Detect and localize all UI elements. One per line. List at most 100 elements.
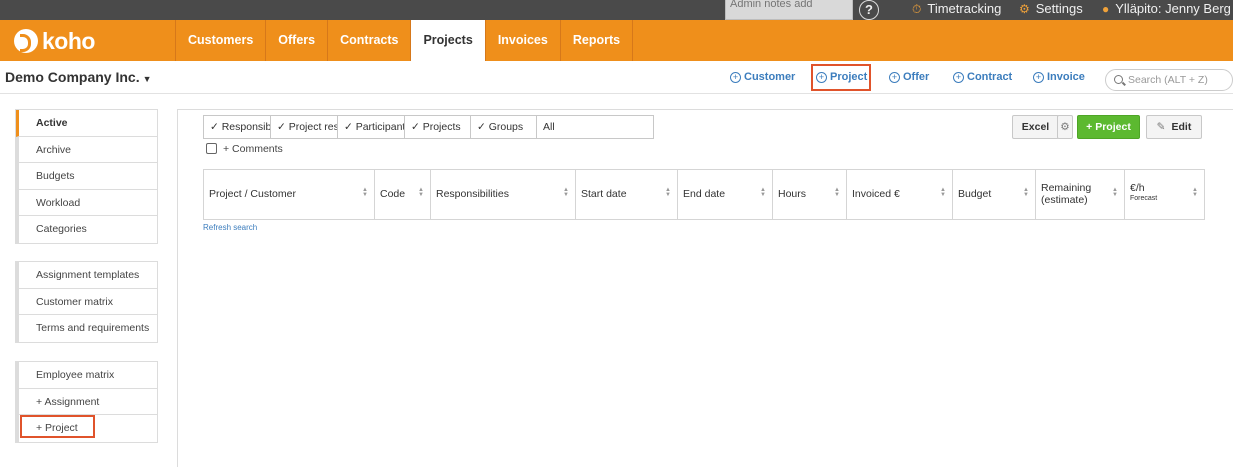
column-invoiced[interactable]: Invoiced € ▲ ▼: [847, 170, 953, 219]
quick-add-offer-label: Offer: [903, 71, 930, 83]
sidebar-item-employee-matrix[interactable]: Employee matrix: [16, 362, 157, 389]
nav-offers[interactable]: Offers: [265, 20, 327, 61]
column-label: Project / Customer: [209, 188, 296, 200]
sidebar-item-archive[interactable]: Archive: [16, 136, 157, 163]
company-selector[interactable]: Demo Company Inc. ▼: [5, 69, 152, 85]
search-input[interactable]: Search (ALT + Z): [1105, 69, 1233, 91]
stopwatch-icon: ⏱: [912, 2, 922, 16]
column-label: €/h Forecast: [1130, 182, 1157, 204]
koho-logo[interactable]: koho: [14, 28, 95, 54]
plus-circle-icon: +: [816, 72, 827, 83]
sidebar-item-assignment-templates[interactable]: Assignment templates: [16, 262, 157, 289]
sidebar-item-workload[interactable]: Workload: [16, 189, 157, 216]
column-rate[interactable]: €/h Forecast ▲ ▼: [1125, 170, 1204, 219]
pencil-icon: ✎: [1156, 121, 1166, 133]
filter-groups[interactable]: ✓ Groups: [470, 115, 536, 139]
comments-checkbox[interactable]: + Comments: [206, 143, 283, 155]
timetracking-label: Timetracking: [927, 1, 1002, 16]
question-circle-icon[interactable]: ?: [859, 0, 879, 20]
sub-header: Demo Company Inc. ▼ + Customer + Project + O…: [0, 61, 1233, 94]
sort-icon: ▲ ▼: [1112, 187, 1118, 198]
timetracking-link[interactable]: ⏱ Timetracking: [912, 0, 1001, 20]
column-label: End date: [683, 188, 726, 200]
column-budget[interactable]: Budget ▲ ▼: [953, 170, 1036, 219]
nav-tabs: Customers Offers Contracts Projects Invo…: [175, 20, 634, 61]
column-end-date[interactable]: End date ▲ ▼: [678, 170, 773, 219]
quick-add-offer[interactable]: + Offer: [889, 71, 929, 83]
sort-icon: ▲ ▼: [362, 187, 368, 198]
plus-circle-icon: +: [889, 72, 900, 83]
main-navbar: koho Customers Offers Contracts Projects…: [0, 20, 1233, 61]
chevron-down-icon: ▼: [142, 74, 152, 84]
filter-participant[interactable]: ✓ Participant: [337, 115, 404, 139]
nav-reports[interactable]: Reports: [559, 20, 634, 61]
sidebar-group-projects: Active Archive Budgets Workload Categori…: [15, 109, 158, 244]
search-placeholder: Search (ALT + Z): [1128, 74, 1208, 86]
filter-project-responsible[interactable]: ✓ Project res.: [270, 115, 337, 139]
quick-add-customer[interactable]: + Customer: [730, 71, 795, 83]
sidebar-item-add-assignment[interactable]: + Assignment: [16, 388, 157, 415]
plus-circle-icon: +: [1033, 72, 1044, 83]
koho-logo-icon: [14, 29, 38, 53]
add-project-button[interactable]: + Project: [1077, 115, 1140, 139]
quick-add-invoice[interactable]: + Invoice: [1033, 71, 1085, 83]
plus-circle-icon: +: [730, 72, 741, 83]
column-start-date[interactable]: Start date ▲ ▼: [576, 170, 678, 219]
filter-all[interactable]: All: [536, 115, 654, 139]
column-project-customer[interactable]: Project / Customer ▲ ▼: [204, 170, 375, 219]
quick-add-project[interactable]: + Project: [816, 71, 867, 83]
column-label: Hours: [778, 188, 807, 200]
column-hours[interactable]: Hours ▲ ▼: [773, 170, 847, 219]
remaining-sublabel: (estimate): [1041, 194, 1088, 206]
sidebar-item-budgets[interactable]: Budgets: [16, 163, 157, 190]
nav-customers[interactable]: Customers: [175, 20, 265, 61]
rate-sublabel: Forecast: [1130, 195, 1158, 202]
sort-icon: ▲ ▼: [1023, 187, 1029, 198]
settings-link[interactable]: ⚙ Settings: [1019, 0, 1083, 20]
sort-icon: ▲ ▼: [665, 187, 671, 198]
rate-label: €/h: [1130, 182, 1145, 194]
refresh-search-link[interactable]: Refresh search: [203, 223, 257, 232]
sort-icon: ▲ ▼: [418, 187, 424, 198]
nav-contracts[interactable]: Contracts: [327, 20, 410, 61]
nav-projects[interactable]: Projects: [410, 20, 485, 61]
sidebar-group-templates: Assignment templates Customer matrix Ter…: [15, 261, 158, 343]
column-label: Remaining (estimate): [1041, 182, 1091, 206]
remaining-label: Remaining: [1041, 182, 1092, 194]
quick-add-invoice-label: Invoice: [1047, 71, 1085, 83]
column-label: Responsibilities: [436, 188, 509, 200]
excel-button[interactable]: Excel: [1012, 115, 1059, 139]
sidebar-item-customer-matrix[interactable]: Customer matrix: [16, 288, 157, 315]
quick-add-project-label: Project: [830, 71, 868, 83]
column-remaining[interactable]: Remaining (estimate) ▲ ▼: [1036, 170, 1125, 219]
plus-circle-icon: +: [953, 72, 964, 83]
highlight-box: [20, 415, 95, 438]
user-name: Ylläpito: Jenny Berg: [1115, 1, 1231, 16]
sidebar-item-terms[interactable]: Terms and requirements: [16, 315, 157, 342]
logo-text: koho: [42, 27, 95, 54]
sort-icon: ▲ ▼: [940, 187, 946, 198]
settings-label: Settings: [1035, 1, 1083, 16]
sort-icon: ▲ ▼: [834, 187, 840, 198]
person-icon: ●: [1102, 2, 1110, 16]
column-code[interactable]: Code ▲ ▼: [375, 170, 431, 219]
filter-responsible[interactable]: ✓ Responsib.: [203, 115, 270, 139]
nav-invoices[interactable]: Invoices: [484, 20, 560, 61]
quick-add-contract[interactable]: + Contract: [953, 71, 1012, 83]
edit-label: Edit: [1171, 121, 1192, 133]
column-responsibilities[interactable]: Responsibilities ▲ ▼: [431, 170, 576, 219]
checkbox-icon[interactable]: [206, 143, 217, 154]
quick-add-contract-label: Contract: [967, 71, 1013, 83]
column-label: Code: [380, 188, 406, 200]
edit-button[interactable]: ✎ Edit: [1146, 115, 1202, 139]
main-panel: ✓ Responsib. ✓ Project res. ✓ Participan…: [177, 109, 1233, 467]
sidebar-item-categories[interactable]: Categories: [16, 216, 157, 243]
projects-table-header: Project / Customer ▲ ▼ Code ▲ ▼ Responsibili…: [203, 169, 1205, 220]
admin-notes-input[interactable]: [725, 0, 853, 20]
sidebar-item-active[interactable]: Active: [16, 110, 157, 137]
user-menu[interactable]: ● Ylläpito: Jenny Berg: [1102, 0, 1231, 20]
filter-projects[interactable]: ✓ Projects: [404, 115, 470, 139]
gear-icon[interactable]: ⚙: [1057, 115, 1073, 139]
sort-icon: ▲ ▼: [1192, 187, 1198, 198]
quick-add-customer-label: Customer: [744, 71, 796, 83]
